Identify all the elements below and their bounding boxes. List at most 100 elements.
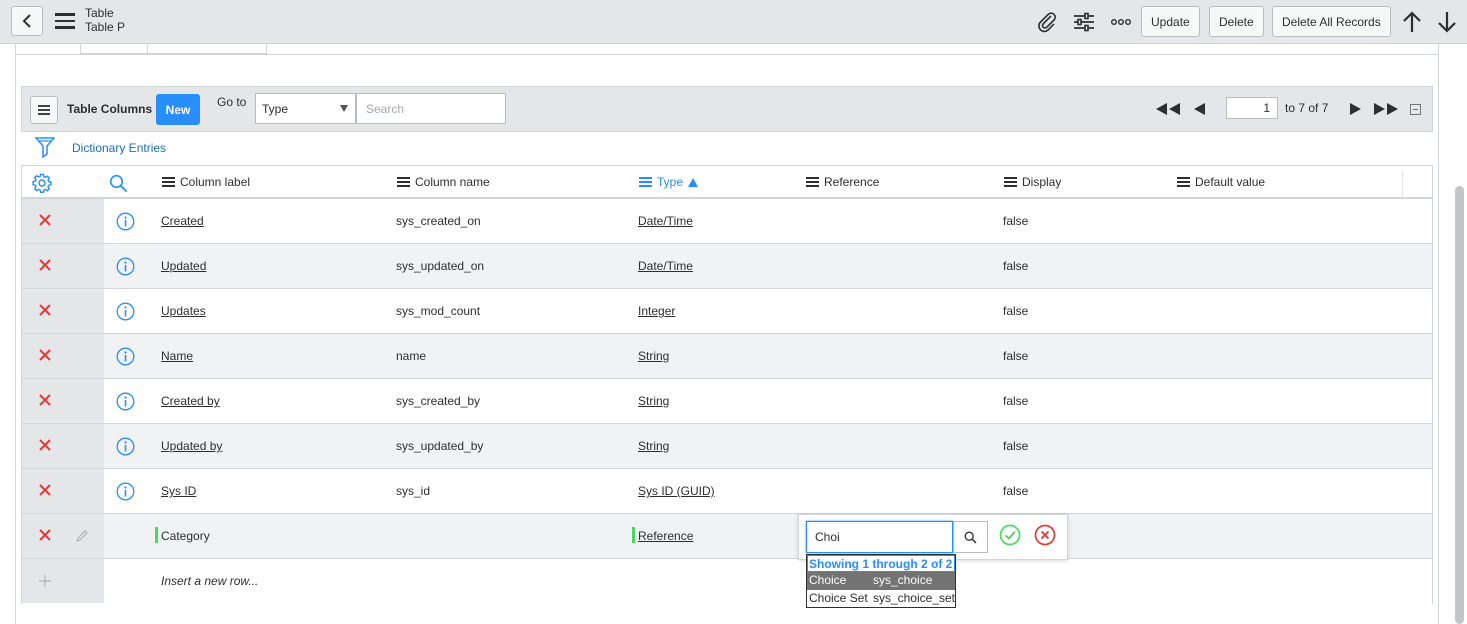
form-header: Table Table P Update Delete Delete All R… xyxy=(0,0,1467,44)
cell-column-name: sys_mod_count xyxy=(396,304,481,318)
reference-input[interactable] xyxy=(806,521,953,553)
col-header-label[interactable]: Column label xyxy=(162,175,250,189)
col-header-default[interactable]: Default value xyxy=(1177,175,1265,189)
last-page-button[interactable] xyxy=(1374,101,1398,117)
page-number-input[interactable] xyxy=(1226,97,1278,119)
gear-icon xyxy=(32,173,52,193)
delete-row-icon[interactable] xyxy=(38,483,52,497)
goto-field-select[interactable]: Type xyxy=(255,93,356,124)
delete-row-icon[interactable] xyxy=(38,303,52,317)
delete-row-icon[interactable] xyxy=(38,348,52,362)
next-record-button[interactable] xyxy=(1435,10,1459,34)
cell-display: false xyxy=(1003,439,1029,453)
cell-type[interactable]: Sys ID (GUID) xyxy=(638,484,715,498)
info-icon[interactable] xyxy=(116,212,135,231)
col-header-type[interactable]: Type xyxy=(639,175,699,189)
list-menu-button[interactable] xyxy=(30,96,58,124)
delete-row-icon[interactable] xyxy=(38,393,52,407)
column-search-button[interactable] xyxy=(109,174,128,196)
more-options-button[interactable] xyxy=(1109,10,1133,34)
next-page-button[interactable] xyxy=(1350,101,1361,117)
previous-page-button[interactable] xyxy=(1194,101,1205,117)
menu-icon[interactable] xyxy=(55,13,75,29)
update-button[interactable]: Update xyxy=(1141,6,1200,37)
autocomplete-option[interactable]: Choice sys_choice xyxy=(807,572,955,590)
col-header-name[interactable]: Column name xyxy=(397,175,490,189)
last-page-icon xyxy=(1374,103,1398,115)
col-header-reference[interactable]: Reference xyxy=(806,175,879,189)
table-row[interactable]: Sys ID sys_id Sys ID (GUID) false xyxy=(22,469,1432,514)
cell-column-label[interactable]: Updated by xyxy=(161,439,222,453)
info-icon[interactable] xyxy=(116,347,135,366)
cell-type[interactable]: String xyxy=(638,394,669,408)
insert-row[interactable]: Insert a new row... xyxy=(22,559,1432,604)
cell-column-label[interactable]: Sys ID xyxy=(161,484,196,498)
column-menu-icon[interactable] xyxy=(806,177,819,187)
insert-new-row-link[interactable]: Insert a new row... xyxy=(161,574,258,588)
breadcrumb[interactable]: Dictionary Entries xyxy=(72,141,166,155)
arrow-down-icon xyxy=(1438,12,1456,33)
cell-type[interactable]: String xyxy=(638,349,669,363)
page-scrollbar[interactable] xyxy=(1455,186,1464,624)
pencil-icon[interactable] xyxy=(75,529,89,543)
column-menu-icon[interactable] xyxy=(1177,177,1190,187)
settings-sliders-icon xyxy=(1074,12,1094,32)
personalize-form-button[interactable] xyxy=(1072,10,1096,34)
column-menu-icon[interactable] xyxy=(162,177,175,187)
previous-record-button[interactable] xyxy=(1400,10,1424,34)
cell-column-name: sys_created_by xyxy=(396,394,481,408)
table-row[interactable]: Updated sys_updated_on Date/Time false xyxy=(22,244,1432,289)
cell-type[interactable]: Reference xyxy=(638,529,693,543)
table-row[interactable]: Created by sys_created_by String false xyxy=(22,379,1432,424)
row-gutter xyxy=(22,289,104,333)
cell-column-label[interactable]: Created xyxy=(161,214,204,228)
cell-type[interactable]: Integer xyxy=(638,304,675,318)
new-table-row[interactable]: Category Reference xyxy=(22,514,1432,559)
info-icon[interactable] xyxy=(116,392,135,411)
table-row[interactable]: Name name String false xyxy=(22,334,1432,379)
back-button[interactable] xyxy=(11,6,43,36)
filter-button[interactable] xyxy=(34,137,56,161)
cancel-circle-icon[interactable] xyxy=(1034,524,1056,546)
delete-row-icon[interactable] xyxy=(38,213,52,227)
check-circle-icon[interactable] xyxy=(999,524,1021,546)
plus-icon[interactable] xyxy=(38,574,52,588)
cell-type[interactable]: Date/Time xyxy=(638,214,693,228)
table-row[interactable]: Updates sys_mod_count Integer false xyxy=(22,289,1432,334)
delete-all-records-button[interactable]: Delete All Records xyxy=(1272,6,1391,37)
lookup-button[interactable] xyxy=(953,521,988,553)
column-menu-icon[interactable] xyxy=(1004,177,1017,187)
list-settings-button[interactable] xyxy=(32,173,52,196)
info-icon[interactable] xyxy=(116,257,135,276)
attachment-icon xyxy=(1038,12,1056,33)
autocomplete-option[interactable]: Choice Set sys_choice_set xyxy=(807,590,955,608)
table-row[interactable]: Updated by sys_updated_by String false xyxy=(22,424,1432,469)
table-row[interactable]: Created sys_created_on Date/Time false xyxy=(22,199,1432,244)
attachment-button[interactable] xyxy=(1035,10,1059,34)
list-search-input[interactable] xyxy=(356,93,506,124)
section-tabs xyxy=(80,44,267,54)
first-page-button[interactable] xyxy=(1156,101,1180,117)
delete-row-icon[interactable] xyxy=(38,438,52,452)
delete-row-icon[interactable] xyxy=(38,258,52,272)
cell-column-label[interactable]: Category xyxy=(161,529,210,543)
column-menu-icon[interactable] xyxy=(397,177,410,187)
goto-field-value: Type xyxy=(262,102,289,116)
info-icon[interactable] xyxy=(116,482,135,501)
new-button[interactable]: New xyxy=(156,94,200,125)
cell-column-label[interactable]: Created by xyxy=(161,394,220,408)
cell-type[interactable]: Date/Time xyxy=(638,259,693,273)
delete-button[interactable]: Delete xyxy=(1209,6,1264,37)
column-menu-icon[interactable] xyxy=(639,177,652,187)
info-icon[interactable] xyxy=(116,437,135,456)
cell-type[interactable]: String xyxy=(638,439,669,453)
cell-column-label[interactable]: Updates xyxy=(161,304,206,318)
col-header-display[interactable]: Display xyxy=(1004,175,1061,189)
delete-row-icon[interactable] xyxy=(38,528,52,542)
cell-column-label[interactable]: Name xyxy=(161,349,193,363)
page-total: to 7 of 7 xyxy=(1285,101,1329,115)
cell-column-label[interactable]: Updated xyxy=(161,259,206,273)
collapse-list-button[interactable] xyxy=(1410,101,1421,117)
row-gutter xyxy=(22,424,104,468)
info-icon[interactable] xyxy=(116,302,135,321)
